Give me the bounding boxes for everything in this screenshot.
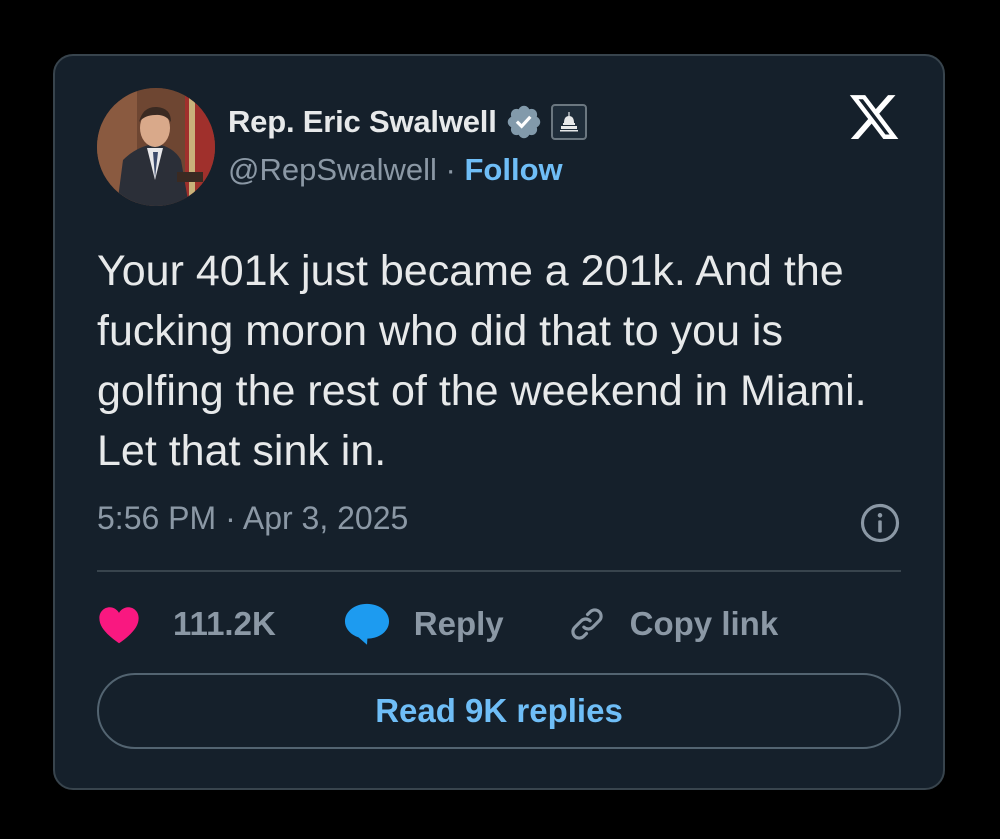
link-icon xyxy=(571,608,603,640)
author-display-name[interactable]: Rep. Eric Swalwell xyxy=(228,104,497,140)
read-replies-label: Read 9K replies xyxy=(375,692,623,729)
handle-separator: · xyxy=(436,152,465,187)
reply-label: Reply xyxy=(413,605,504,642)
heart-icon xyxy=(99,607,139,644)
author-handle[interactable]: @RepSwalwell xyxy=(228,152,437,187)
tweet-text: Your 401k just became a 201k. And the fu… xyxy=(97,247,867,475)
read-replies-button[interactable]: Read 9K replies xyxy=(97,673,901,749)
like-count: 111.2K xyxy=(173,605,276,642)
tweet-timestamp[interactable]: 5:56 PM · Apr 3, 2025 xyxy=(97,500,408,537)
follow-button[interactable]: Follow xyxy=(465,152,563,187)
avatar[interactable] xyxy=(97,88,215,206)
speech-bubble-icon xyxy=(344,603,389,645)
author-handle-row: @RepSwalwell · Follow xyxy=(228,152,563,188)
like-button[interactable]: 111.2K xyxy=(97,604,276,644)
copy-link-label: Copy link xyxy=(629,605,779,642)
author-name-row: Rep. Eric Swalwell xyxy=(228,100,587,144)
reply-button[interactable]: Reply xyxy=(342,601,504,647)
info-icon[interactable] xyxy=(859,502,901,544)
copy-link-button[interactable]: Copy link xyxy=(566,603,779,645)
avatar-photo xyxy=(97,88,215,206)
government-capitol-icon xyxy=(550,104,587,140)
divider xyxy=(97,570,901,572)
x-logo-icon[interactable] xyxy=(847,90,901,144)
verified-badge-icon xyxy=(505,103,543,141)
action-bar: 111.2K Reply Copy link xyxy=(97,596,778,652)
tweet-embed-card: Rep. Eric Swalwell @RepSwalwell · Follow… xyxy=(53,54,945,790)
